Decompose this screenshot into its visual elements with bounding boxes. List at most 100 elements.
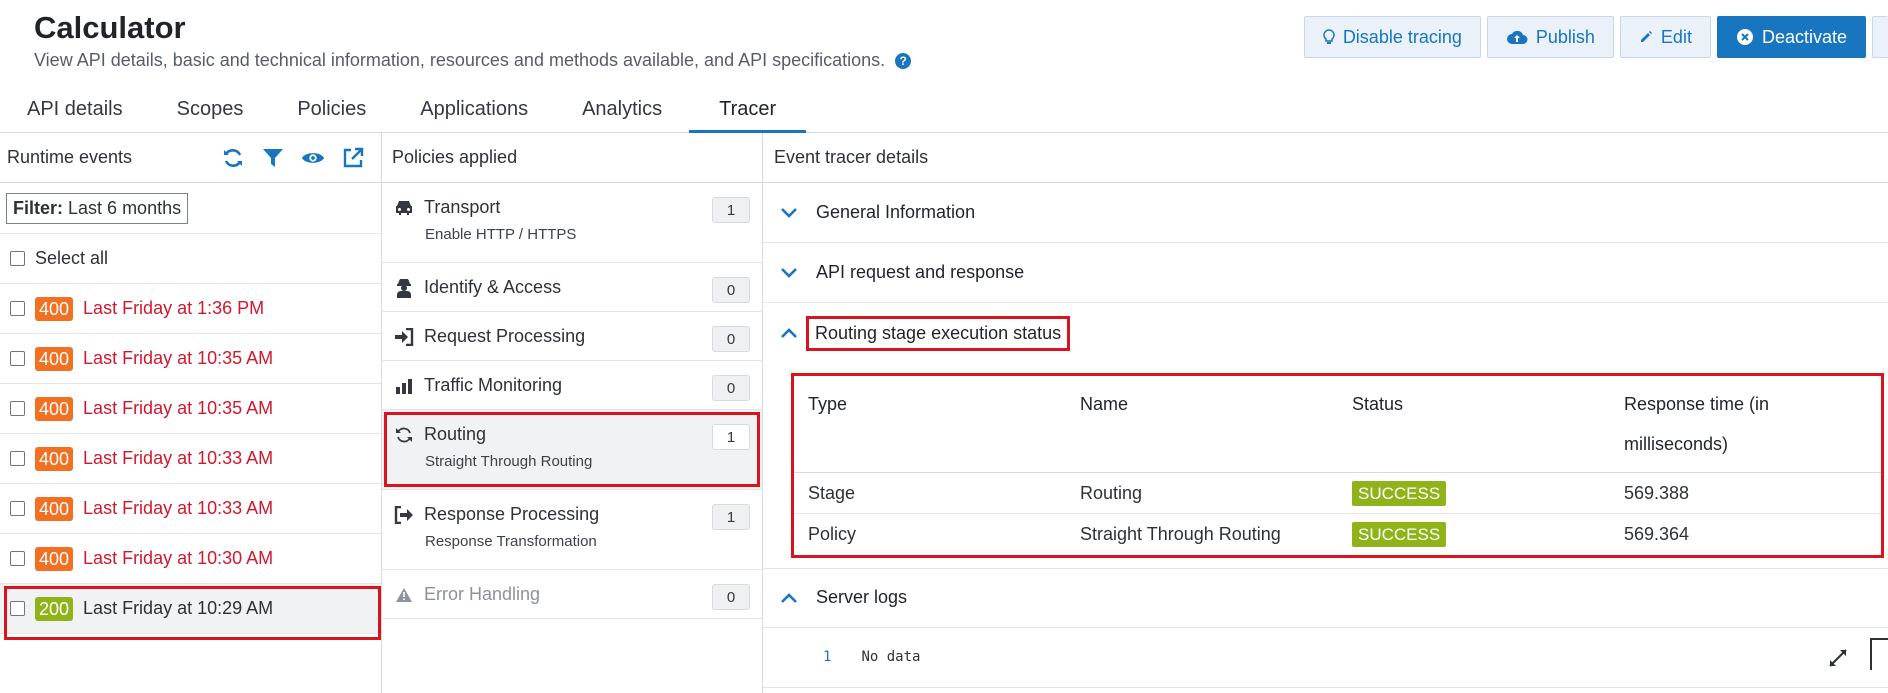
event-checkbox[interactable]	[10, 501, 25, 516]
cell-type: Stage	[794, 472, 1066, 514]
status-code-badge: 400	[35, 446, 74, 471]
column-header-type: Type	[794, 376, 1066, 473]
accordion-api-request-response[interactable]: API request and response	[763, 243, 1888, 303]
tab-api-details[interactable]: API details	[0, 88, 150, 133]
event-time: Last Friday at 1:36 PM	[83, 298, 265, 318]
runtime-events-title: Runtime events	[7, 147, 133, 167]
chevron-down-icon	[780, 264, 798, 282]
policy-routing[interactable]: Routing Straight Through Routing 1	[382, 410, 762, 490]
policy-transport[interactable]: Transport Enable HTTP / HTTPS 1	[382, 183, 762, 263]
filter-value: Last 6 months	[68, 197, 182, 218]
disable-tracing-button[interactable]: Disable tracing	[1303, 16, 1481, 58]
event-time: Last Friday at 10:30 AM	[83, 548, 274, 568]
policy-name: Traffic Monitoring	[424, 375, 563, 395]
routing-status-table: Type Name Status Response time (in milli…	[791, 373, 1884, 558]
accordion-server-logs[interactable]: Server logs	[763, 567, 1888, 628]
cloud-upload-icon	[1506, 29, 1528, 45]
cell-response-time: 569.388	[1610, 472, 1881, 514]
event-row[interactable]: 400 Last Friday at 10:30 AM	[0, 534, 381, 584]
policy-count: 1	[712, 504, 750, 530]
cell-response-time: 569.364	[1624, 523, 1690, 544]
policies-panel: Policies applied Transport Enable HTTP /…	[382, 133, 763, 693]
select-all-label: Select all	[35, 248, 109, 268]
filter-icon[interactable]	[261, 146, 285, 170]
cell-name: Straight Through Routing	[1080, 523, 1281, 544]
runtime-actions	[221, 146, 381, 170]
edit-label: Edit	[1660, 26, 1692, 47]
tab-scopes[interactable]: Scopes	[150, 88, 271, 133]
event-checkbox[interactable]	[10, 451, 25, 466]
deactivate-button[interactable]: Deactivate	[1716, 16, 1866, 58]
more-button[interactable]	[1872, 16, 1888, 58]
event-checkbox[interactable]	[10, 301, 25, 316]
event-checkbox[interactable]	[10, 401, 25, 416]
server-logs-content: 1 No data	[763, 628, 1888, 688]
policy-request-processing[interactable]: Request Processing 0	[382, 312, 762, 361]
cell-type: Policy	[808, 523, 857, 544]
event-time: Last Friday at 10:29 AM	[83, 598, 274, 618]
page-title: Calculator	[34, 10, 186, 45]
cell-name: Routing	[1066, 472, 1338, 514]
policy-sub: Straight Through Routing	[425, 453, 593, 470]
filter-chip[interactable]: Filter: Last 6 months	[6, 192, 189, 224]
status-code-badge: 400	[35, 546, 74, 571]
policy-count: 0	[712, 375, 750, 401]
event-row-selected[interactable]: 200 Last Friday at 10:29 AM	[0, 584, 381, 640]
policy-name: Identify & Access	[424, 277, 562, 297]
event-row[interactable]: 400 Last Friday at 10:35 AM	[0, 384, 381, 434]
policy-response-processing[interactable]: Response Processing Response Transformat…	[382, 490, 762, 570]
accordion-title: General Information	[816, 202, 976, 222]
column-header-response-time: Response time (in milliseconds)	[1610, 376, 1881, 473]
eye-icon[interactable]	[301, 146, 325, 170]
sign-in-icon	[394, 327, 414, 347]
edit-button[interactable]: Edit	[1619, 16, 1711, 58]
scrollbar-handle[interactable]	[1870, 637, 1888, 670]
expand-icon[interactable]	[1828, 648, 1848, 672]
event-checkbox[interactable]	[10, 351, 25, 366]
page-subtitle: View API details, basic and technical in…	[34, 50, 912, 71]
help-icon[interactable]: ?	[895, 52, 912, 69]
chevron-down-icon	[780, 204, 798, 222]
policy-count: 0	[712, 277, 750, 303]
select-all-row[interactable]: Select all	[0, 234, 381, 284]
policy-name: Error Handling	[424, 584, 541, 604]
event-time: Last Friday at 10:35 AM	[83, 398, 274, 418]
refresh-icon[interactable]	[221, 146, 245, 170]
deactivate-label: Deactivate	[1761, 26, 1847, 47]
table-row: Policy Straight Through Routing SUCCESS …	[794, 514, 1881, 555]
publish-button[interactable]: Publish	[1486, 16, 1614, 58]
event-row[interactable]: 400 Last Friday at 10:35 AM	[0, 334, 381, 384]
policy-name: Routing	[424, 424, 487, 444]
accordion-routing-stage[interactable]: Routing stage execution status	[763, 303, 1888, 363]
policies-title: Policies applied	[392, 147, 518, 167]
external-link-icon[interactable]	[341, 146, 365, 170]
filter-label: Filter:	[13, 197, 64, 218]
column-header-name: Name	[1066, 376, 1338, 473]
event-checkbox[interactable]	[10, 551, 25, 566]
event-tracer-title: Event tracer details	[774, 147, 929, 167]
status-code-badge: 400	[35, 346, 74, 371]
tab-tracer[interactable]: Tracer	[689, 88, 807, 133]
accordion-title: Routing stage execution status	[806, 315, 1071, 351]
tab-analytics[interactable]: Analytics	[555, 88, 689, 133]
policy-traffic-monitoring[interactable]: Traffic Monitoring 0	[382, 361, 762, 410]
chevron-up-icon	[780, 589, 798, 607]
policy-count: 0	[712, 326, 750, 352]
cell-status: SUCCESS	[1338, 472, 1610, 514]
tab-applications[interactable]: Applications	[393, 88, 555, 133]
tab-policies[interactable]: Policies	[270, 88, 393, 133]
policy-identify-access[interactable]: Identify & Access 0	[382, 263, 762, 312]
accordion-title: Server logs	[816, 587, 908, 607]
disable-tracing-label: Disable tracing	[1342, 26, 1462, 47]
policy-error-handling[interactable]: Error Handling 0	[382, 570, 762, 619]
select-all-checkbox[interactable]	[10, 251, 25, 266]
accordion-general-information[interactable]: General Information	[763, 183, 1888, 243]
event-row[interactable]: 400 Last Friday at 1:36 PM	[0, 284, 381, 334]
policy-sub: Enable HTTP / HTTPS	[425, 226, 577, 243]
policy-name: Response Processing	[424, 504, 600, 524]
event-checkbox[interactable]	[10, 601, 25, 616]
status-code-badge: 200	[35, 596, 74, 621]
event-row[interactable]: 400 Last Friday at 10:33 AM	[0, 484, 381, 534]
event-row[interactable]: 400 Last Friday at 10:33 AM	[0, 434, 381, 484]
event-time: Last Friday at 10:33 AM	[83, 498, 274, 518]
